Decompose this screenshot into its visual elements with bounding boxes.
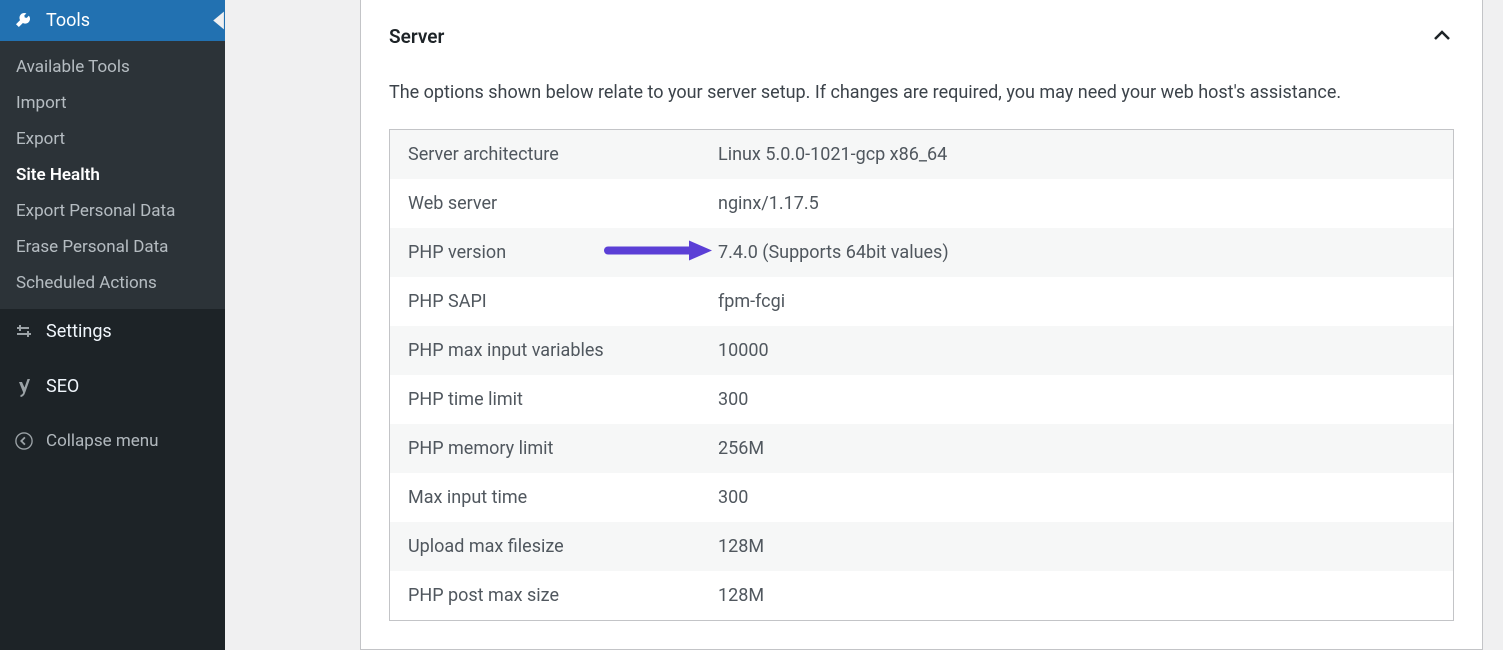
info-value: 128M (718, 585, 764, 606)
table-row: PHP time limit 300 (390, 375, 1453, 424)
sidebar-collapse-menu[interactable]: Collapse menu (0, 419, 225, 463)
table-row: PHP post max size 128M (390, 571, 1453, 620)
sidebar-menu-tools-label: Tools (46, 10, 90, 31)
sidebar-menu-seo-label: SEO (46, 376, 79, 397)
sidebar-item-export-personal-data[interactable]: Export Personal Data (0, 193, 225, 229)
info-label: PHP post max size (408, 585, 718, 606)
info-value: 256M (718, 438, 764, 459)
info-value: Linux 5.0.0-1021-gcp x86_64 (718, 144, 947, 165)
info-value: nginx/1.17.5 (718, 193, 819, 214)
info-label: PHP SAPI (408, 291, 718, 312)
sidebar-submenu: Available Tools Import Export Site Healt… (0, 41, 225, 309)
table-row: PHP max input variables 10000 (390, 326, 1453, 375)
info-value: 300 (718, 389, 748, 410)
info-value: 300 (718, 487, 748, 508)
server-panel-title: Server (389, 25, 444, 48)
server-panel-header[interactable]: Server (361, 0, 1482, 66)
sidebar-item-site-health[interactable]: Site Health (0, 157, 225, 193)
collapse-arrow-icon (14, 431, 34, 451)
table-row: Server architecture Linux 5.0.0-1021-gcp… (390, 130, 1453, 179)
info-label: PHP time limit (408, 389, 718, 410)
chevron-up-icon (1430, 24, 1454, 48)
info-label: PHP memory limit (408, 438, 718, 459)
main-content: Server The options shown below relate to… (225, 0, 1503, 650)
table-row: Web server nginx/1.17.5 (390, 179, 1453, 228)
info-value: 10000 (718, 340, 769, 361)
info-label: Upload max filesize (408, 536, 718, 557)
info-value: 128M (718, 536, 764, 557)
table-row: PHP SAPI fpm-fcgi (390, 277, 1453, 326)
sidebar-collapse-label: Collapse menu (46, 431, 159, 451)
sidebar-item-scheduled-actions[interactable]: Scheduled Actions (0, 265, 225, 301)
info-label: PHP max input variables (408, 340, 718, 361)
menu-active-arrow-icon (205, 0, 225, 41)
sidebar-menu-tools[interactable]: Tools (0, 0, 225, 41)
sidebar-item-import[interactable]: Import (0, 85, 225, 121)
server-info-table: Server architecture Linux 5.0.0-1021-gcp… (389, 129, 1454, 621)
table-row: Upload max filesize 128M (390, 522, 1453, 571)
table-row: Max input time 300 (390, 473, 1453, 522)
sidebar-menu-settings[interactable]: Settings (0, 309, 225, 354)
table-row: PHP memory limit 256M (390, 424, 1453, 473)
sidebar-item-available-tools[interactable]: Available Tools (0, 49, 225, 85)
sidebar-item-export[interactable]: Export (0, 121, 225, 157)
sidebar-item-erase-personal-data[interactable]: Erase Personal Data (0, 229, 225, 265)
sidebar-menu-seo[interactable]: SEO (0, 364, 225, 409)
table-row: PHP version 7.4.0 (Supports 64bit values… (390, 228, 1453, 277)
info-label: Max input time (408, 487, 718, 508)
admin-sidebar: Tools Available Tools Import Export Site… (0, 0, 225, 650)
info-label: Web server (408, 193, 718, 214)
sliders-icon (14, 322, 34, 342)
server-panel: Server The options shown below relate to… (360, 0, 1483, 650)
server-panel-description: The options shown below relate to your s… (361, 66, 1482, 129)
wrench-icon (14, 11, 34, 31)
info-label: Server architecture (408, 144, 718, 165)
info-value: fpm-fcgi (718, 291, 785, 312)
info-value: 7.4.0 (Supports 64bit values) (718, 242, 949, 263)
sidebar-menu-settings-label: Settings (46, 321, 112, 342)
yoast-icon (14, 377, 34, 397)
info-label: PHP version (408, 242, 718, 263)
